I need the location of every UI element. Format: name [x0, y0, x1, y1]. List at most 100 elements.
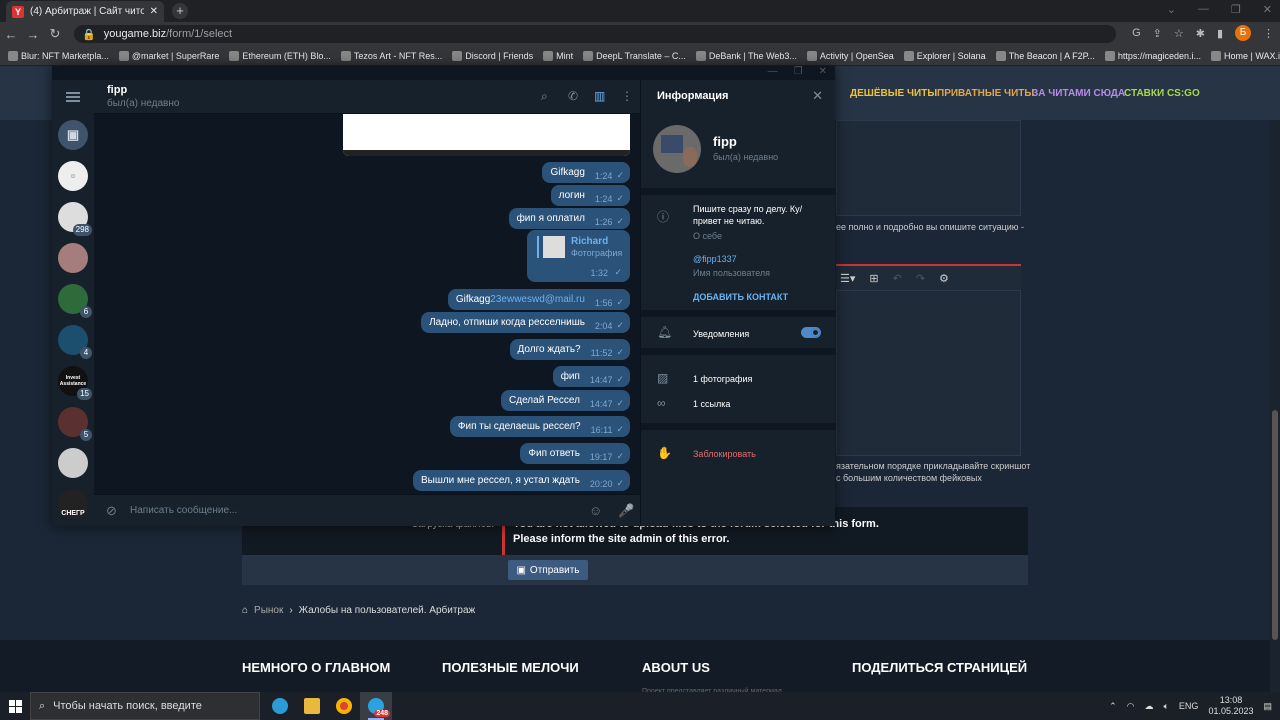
notification-icon[interactable]: ▤ — [1263, 701, 1272, 712]
microphone-icon[interactable]: 🎤 — [618, 503, 634, 519]
volume-icon[interactable]: 🔈︎ — [1164, 701, 1169, 712]
maximize-icon[interactable]: ❐ — [1231, 3, 1241, 16]
bookmark-item[interactable]: Activity | OpenSea — [806, 50, 894, 61]
bookmark-item[interactable]: Tezos Art - NFT Res... — [340, 50, 442, 61]
message-bubble[interactable]: Фип ответь 19:17 ✓ — [520, 443, 630, 464]
add-contact-button[interactable]: ДОБАВИТЬ КОНТАКТ — [693, 291, 788, 303]
message-bubble[interactable]: Ладно, отпиши когда ресселнишь 2:04 ✓ — [421, 312, 630, 333]
close-tab-icon[interactable]: ✕ — [150, 6, 158, 17]
windows-start-icon[interactable] — [0, 692, 30, 720]
bookmark-item[interactable]: @market | SuperRare — [118, 50, 219, 61]
address-bar[interactable]: 🔒 yougame.biz/form/1/select — [74, 25, 1116, 43]
message-bubble[interactable]: фип 14:47 ✓ — [552, 366, 630, 387]
chat-avatar[interactable] — [58, 243, 88, 273]
close-icon[interactable]: ✕ — [819, 66, 827, 77]
image-message[interactable] — [343, 114, 630, 156]
chat-avatar[interactable]: 6 — [58, 284, 92, 318]
share-icon[interactable]: ⇪ — [1153, 27, 1162, 40]
block-button[interactable]: Заблокировать — [693, 448, 756, 460]
network-icon[interactable]: ◠ — [1127, 701, 1135, 712]
scroll-thumb[interactable] — [1272, 410, 1278, 640]
crumb-link[interactable]: Рынок — [254, 605, 283, 616]
photos-link[interactable]: 1 фотография — [693, 373, 752, 385]
chat-avatar[interactable]: СНЕГР — [58, 489, 88, 519]
archive-icon[interactable]: ▣ — [58, 120, 88, 150]
editor-area[interactable] — [836, 290, 1021, 456]
notifications-toggle[interactable] — [801, 327, 821, 338]
page-scrollbar[interactable] — [1270, 120, 1280, 692]
hamburger-menu-icon[interactable] — [66, 92, 80, 102]
phone-icon[interactable]: ✆ — [568, 89, 578, 103]
message-bubble[interactable]: логин 1:24 ✓ — [550, 185, 630, 206]
taskbar-search[interactable]: ⌕ Чтобы начать поиск, введите — [30, 692, 260, 720]
search-icon[interactable]: ⌕ — [541, 89, 548, 104]
photo-thumbnail[interactable] — [543, 236, 565, 258]
message-bubble[interactable]: Фип ты сделаешь рессел? 16:11 ✓ — [449, 416, 630, 437]
emoji-icon[interactable]: ☺ — [589, 503, 602, 518]
minimize-icon[interactable]: — — [768, 66, 778, 77]
table-icon[interactable]: ⊞ — [869, 272, 878, 285]
extensions-icon[interactable]: ✱ — [1196, 27, 1205, 40]
google-icon[interactable]: G — [1132, 27, 1141, 39]
bookmark-item[interactable]: Discord | Friends — [452, 50, 533, 61]
settings-icon[interactable]: ⚙ — [939, 272, 949, 285]
reload-icon[interactable]: ↻ — [44, 26, 66, 42]
bookmark-item[interactable]: https://magiceden.i... — [1104, 50, 1201, 61]
star-icon[interactable]: ☆ — [1174, 27, 1184, 40]
message-bubble[interactable]: Вышли мне рессел, я устал ждать 20:20 ✓ — [412, 470, 630, 491]
bookmark-item[interactable]: DeepL Translate – C... — [583, 50, 686, 61]
minimize-icon[interactable]: — — [1198, 3, 1209, 16]
undo-icon[interactable]: ↶ — [893, 272, 902, 285]
bookmark-item[interactable]: Home | WAX.io Blo... — [1210, 50, 1280, 61]
forward-icon[interactable]: → — [22, 27, 44, 42]
nav-link[interactable]: ЗА ЧИТАМИ СЮДА — [1032, 88, 1125, 99]
chat-avatar[interactable] — [58, 448, 88, 478]
edge-icon[interactable] — [264, 692, 296, 720]
chat-avatar[interactable]: 5 — [58, 407, 92, 441]
links-link[interactable]: 1 ссылка — [693, 398, 730, 410]
bookmark-item[interactable]: Mint — [543, 50, 573, 61]
message-input[interactable]: Написать сообщение... — [130, 505, 237, 516]
clock[interactable]: 13:08 01.05.2023 — [1208, 695, 1253, 717]
menu-icon[interactable]: ⋮ — [1263, 27, 1274, 40]
chat-avatar[interactable]: 298 — [58, 202, 92, 236]
chat-avatar[interactable]: Invest Assistance 15 — [58, 366, 92, 400]
message-email-link[interactable]: 23ewweswd@mail.ru — [490, 294, 585, 305]
telegram-taskbar-icon[interactable]: 248 — [360, 692, 392, 720]
chat-avatar[interactable]: ☺ — [58, 161, 88, 191]
bookmark-item[interactable]: The Beacon | A F2P... — [995, 50, 1095, 61]
nav-link[interactable]: ДЕШЁВЫЕ ЧИТЫ — [850, 88, 937, 99]
message-bubble[interactable]: фип я оплатил 1:26 ✓ — [508, 208, 630, 229]
explorer-icon[interactable] — [296, 692, 328, 720]
message-bubble[interactable]: Gifkagg 1:24 ✓ — [542, 162, 630, 183]
back-icon[interactable]: ← — [0, 27, 22, 42]
chrome-icon[interactable] — [328, 692, 360, 720]
new-tab-button[interactable]: + — [172, 3, 188, 19]
chevron-down-icon[interactable]: ⌄ — [1167, 3, 1176, 16]
redo-icon[interactable]: ↷ — [916, 272, 925, 285]
sidepanel-icon[interactable]: ▮ — [1217, 27, 1223, 40]
chat-name[interactable]: fipp — [107, 84, 127, 96]
home-icon[interactable]: ⌂ — [242, 605, 248, 616]
message-bubble[interactable]: Сделай Рессел 14:47 ✓ — [501, 390, 630, 411]
username[interactable]: @fipp1337 — [693, 253, 737, 265]
nav-link[interactable]: ПРИВАТНЫЕ ЧИТЫ — [937, 88, 1034, 99]
close-icon[interactable]: ✕ — [812, 88, 823, 104]
chat-avatar[interactable]: 4 — [58, 325, 92, 359]
close-window-icon[interactable]: ✕ — [1263, 3, 1272, 16]
bookmark-item[interactable]: Blur: NFT Marketpla... — [8, 50, 109, 61]
submit-button[interactable]: ▣ Отправить — [508, 560, 588, 580]
sidebar-toggle-icon[interactable]: ▥ — [594, 89, 605, 103]
bookmark-item[interactable]: Explorer | Solana — [903, 50, 986, 61]
chevron-up-icon[interactable]: ⌃ — [1109, 701, 1117, 712]
list-icon[interactable]: ☰▾ — [840, 272, 855, 285]
profile-avatar[interactable]: Б — [1235, 25, 1251, 41]
more-icon[interactable]: ⋮ — [621, 89, 633, 103]
nav-link[interactable]: СТАВКИ CS:GO — [1124, 88, 1200, 99]
message-bubble[interactable]: Долго ждать? 11:52 ✓ — [509, 339, 630, 360]
tab-active[interactable]: Y (4) Арбитраж | Сайт читов, скр ✕ — [6, 1, 164, 22]
photo-message[interactable]: Richard Фотография 1:32 ✓ — [527, 230, 630, 282]
cloud-icon[interactable]: ☁ — [1145, 701, 1154, 712]
bookmark-item[interactable]: DeBank | The Web3... — [695, 50, 797, 61]
language-indicator[interactable]: ENG — [1179, 701, 1199, 711]
